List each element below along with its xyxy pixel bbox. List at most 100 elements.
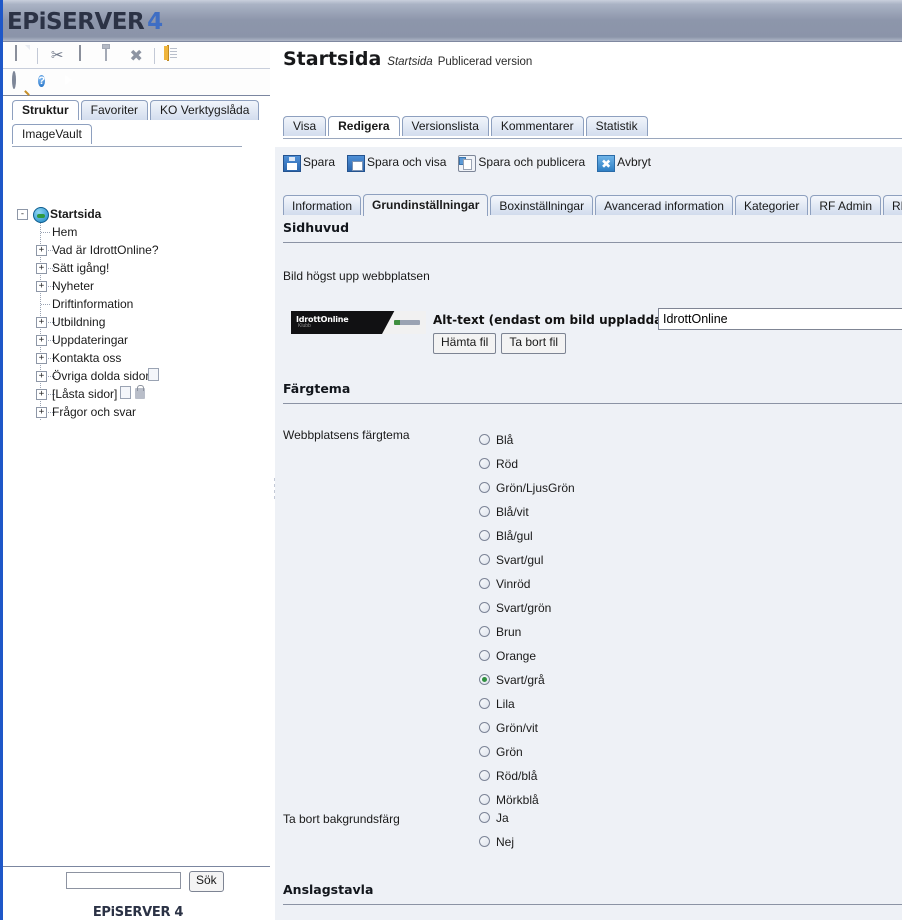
- tree-item-label: Uppdateringar: [52, 333, 129, 347]
- thumbnail-wedge: [382, 311, 426, 334]
- tab-favoriter[interactable]: Favoriter: [80, 100, 149, 120]
- radio-ja[interactable]: Ja: [479, 806, 514, 830]
- search-button[interactable]: Sök: [189, 871, 224, 892]
- tab-grundinstallningar[interactable]: Grundinställningar: [363, 194, 489, 216]
- edit-toolbar-row: ✂ ✖: [3, 42, 272, 69]
- tree-item-label: Sätt igång!: [52, 261, 110, 275]
- color-theme-label: Webbplatsens färgtema: [283, 428, 410, 442]
- tree-item-satt-igang[interactable]: + Sätt igång!: [3, 259, 271, 277]
- radio-label: Röd/blå: [496, 769, 538, 783]
- logo-version: 4: [147, 9, 163, 35]
- tree-item-lasta-sidor[interactable]: + [Låsta sidor]: [3, 385, 271, 403]
- toggle-panel-icon[interactable]: [164, 45, 183, 65]
- tree-item-vad-ar-idrottonline[interactable]: + Vad är IdrottOnline?: [3, 241, 271, 259]
- cut-icon[interactable]: ✂: [48, 46, 67, 65]
- tab-versionslista[interactable]: Versionslista: [401, 116, 489, 136]
- image-upload-row: IdrottOnline Klubb Alt-text (endast om b…: [283, 308, 902, 367]
- tab-visa[interactable]: Visa: [283, 116, 327, 136]
- radio-nej[interactable]: Nej: [479, 830, 514, 854]
- tree-item-startsida[interactable]: - Startsida: [3, 205, 271, 223]
- section-header-sidhuvud: Sidhuvud: [283, 220, 350, 235]
- radio-dot: [479, 602, 490, 613]
- cancel-button[interactable]: Avbryt: [597, 152, 651, 174]
- radio-label: Röd: [496, 457, 519, 471]
- radio-bla-gul[interactable]: Blå/gul: [479, 524, 575, 548]
- radio-bla-vit[interactable]: Blå/vit: [479, 500, 575, 524]
- tree-expander[interactable]: -: [17, 209, 28, 220]
- tree-item-nyheter[interactable]: + Nyheter: [3, 277, 271, 295]
- tab-kommentarer[interactable]: Kommentarer: [490, 116, 584, 136]
- tree-item-hem[interactable]: Hem: [3, 223, 271, 241]
- page-title-text: Startsida: [283, 48, 382, 70]
- tree-item-fragor-och-svar[interactable]: + Frågor och svar: [3, 403, 271, 421]
- content-panel: Startsida Startsida Publicerad version Vis…: [275, 42, 902, 920]
- thumbnail-sub: Klubb: [298, 323, 311, 329]
- radio-dot: [479, 434, 490, 445]
- tab-ko-verktygslada[interactable]: KO Verktygslåda: [150, 100, 260, 120]
- tree-item-utbildning[interactable]: + Utbildning: [3, 313, 271, 331]
- radio-brun[interactable]: Brun: [479, 620, 575, 644]
- radio-svart-gron[interactable]: Svart/grön: [479, 596, 575, 620]
- tab-rf-konfig[interactable]: RF Konfig: [883, 195, 902, 216]
- radio-orange[interactable]: Orange: [479, 644, 575, 668]
- radio-label: Svart/grå: [496, 673, 545, 687]
- radio-gron[interactable]: Grön: [479, 740, 575, 764]
- tab-kategorier[interactable]: Kategorier: [734, 195, 809, 216]
- tab-imagevault[interactable]: ImageVault: [12, 124, 92, 144]
- radio-rod-bla[interactable]: Röd/blå: [479, 764, 575, 788]
- radio-svart-gra[interactable]: Svart/grå: [479, 668, 575, 692]
- tree-item-label: Hem: [52, 225, 78, 239]
- tree-item-kontakta-oss[interactable]: + Kontakta oss: [3, 349, 271, 367]
- main-tabs-underline: [283, 138, 902, 139]
- tab-avancerad-information[interactable]: Avancerad information: [595, 195, 733, 216]
- image-field-label: Bild högst upp webbplatsen: [283, 269, 430, 283]
- tree-item-ovriga-dolda-sidor[interactable]: + Övriga dolda sidor: [3, 367, 271, 385]
- save-and-publish-button[interactable]: Spara och publicera: [458, 152, 585, 172]
- remove-file-button[interactable]: Ta bort fil: [501, 333, 567, 354]
- save-icon: [283, 155, 301, 172]
- tree-item-label: Frågor och svar: [52, 405, 137, 419]
- remove-background-label: Ta bort bakgrundsfärg: [283, 812, 400, 826]
- tab-boxinstallningar[interactable]: Boxinställningar: [490, 195, 594, 216]
- search-input[interactable]: [66, 872, 181, 889]
- logout-icon[interactable]: [63, 73, 82, 92]
- paste-icon[interactable]: [100, 45, 119, 65]
- delete-icon[interactable]: ✖: [127, 46, 146, 65]
- tree-item-uppdateringar[interactable]: + Uppdateringar: [3, 331, 271, 349]
- radio-label: Blå: [496, 433, 514, 447]
- tab-redigera[interactable]: Redigera: [328, 116, 400, 136]
- tab-information[interactable]: Information: [283, 195, 362, 216]
- radio-svart-gul[interactable]: Svart/gul: [479, 548, 575, 572]
- fetch-file-button[interactable]: Hämta fil: [433, 333, 497, 354]
- radio-label: Lila: [496, 697, 515, 711]
- radio-gron-vit[interactable]: Grön/vit: [479, 716, 575, 740]
- help-icon[interactable]: ?: [36, 73, 55, 92]
- save-and-view-icon: [347, 155, 366, 172]
- save-and-view-button[interactable]: Spara och visa: [347, 152, 446, 172]
- radio-dot: [479, 482, 490, 493]
- search-icon[interactable]: [10, 71, 29, 92]
- page-icon: [148, 368, 159, 381]
- tab-struktur[interactable]: Struktur: [12, 100, 79, 120]
- radio-lila[interactable]: Lila: [479, 692, 575, 716]
- radio-bla[interactable]: Blå: [479, 428, 575, 452]
- remove-background-row: Ta bort bakgrundsfärg Ja Nej: [283, 811, 902, 870]
- settings-form: Sidhuvud Bild högst upp webbplatsen Idro…: [275, 215, 902, 920]
- tree-item-driftinformation[interactable]: Driftinformation: [3, 295, 271, 313]
- radio-vinrod[interactable]: Vinröd: [479, 572, 575, 596]
- alt-text-input[interactable]: [658, 308, 902, 330]
- radio-rod[interactable]: Röd: [479, 452, 575, 476]
- tab-statistik[interactable]: Statistik: [585, 116, 648, 136]
- tree-dash: [41, 232, 50, 233]
- section-header-anslagstavla: Anslagstavla: [283, 882, 374, 897]
- new-page-icon[interactable]: [10, 45, 29, 65]
- radio-label: Ja: [496, 811, 509, 825]
- radio-dot-selected: [479, 674, 490, 685]
- globe-icon: [33, 207, 49, 223]
- panel-tabs-row-2: ImageVault: [3, 124, 272, 147]
- copy-icon[interactable]: [74, 45, 93, 65]
- radio-gron-ljusgron[interactable]: Grön/LjusGrön: [479, 476, 575, 500]
- tab-rf-admin[interactable]: RF Admin: [810, 195, 882, 216]
- save-button[interactable]: Spara: [283, 152, 335, 172]
- radio-dot: [479, 626, 490, 637]
